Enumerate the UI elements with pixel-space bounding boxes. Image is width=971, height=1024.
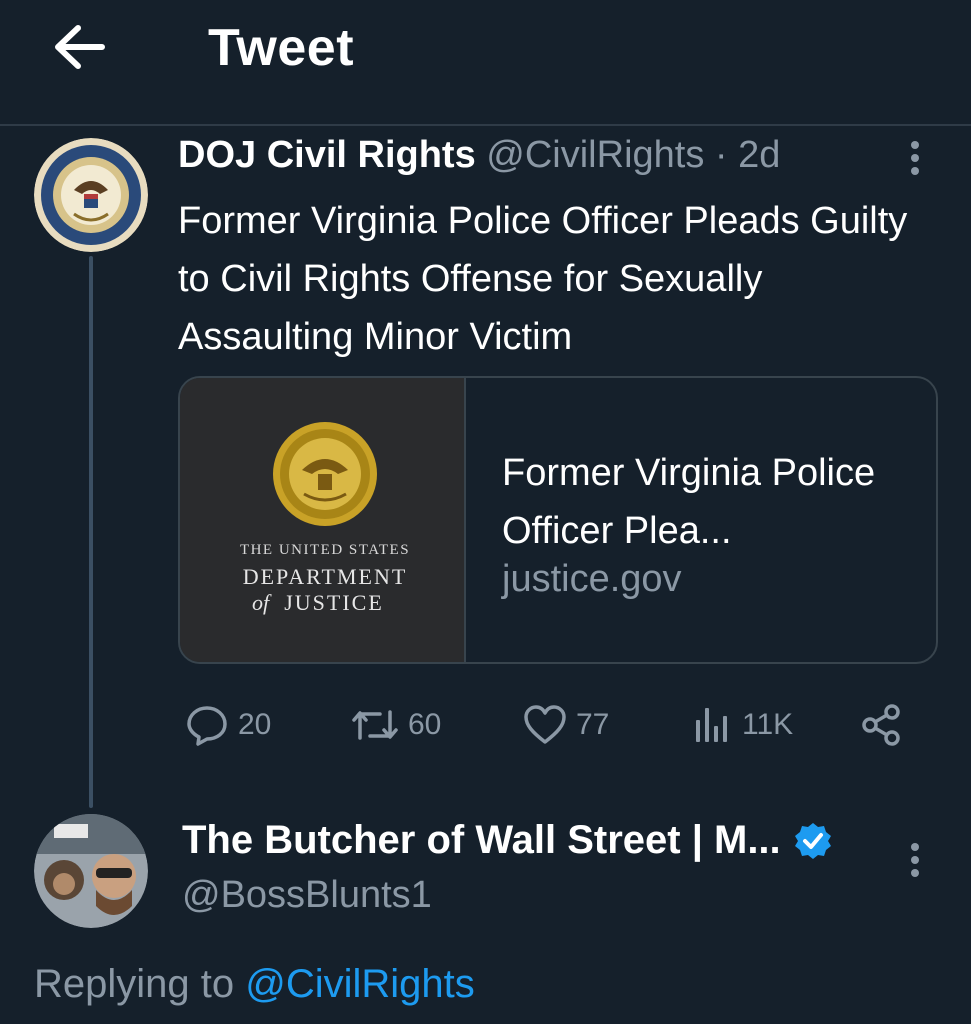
retweet-count: 60 [408,708,442,741]
reply-avatar[interactable] [34,814,148,928]
card-image: THE UNITED STATES DEPARTMENT of JUSTICE [180,378,466,662]
tweet-actions: 20 60 77 11K [0,690,971,760]
views-icon [696,708,727,742]
doj-seal-icon [273,422,377,526]
tweet-header: DOJ Civil Rights @CivilRights · 2d [178,134,780,177]
top-bar: Tweet [0,0,971,124]
card-logo-line1: THE UNITED STATES [240,542,410,558]
heart-icon [524,705,566,744]
retweet-button[interactable]: 60 [350,690,441,760]
share-button[interactable] [858,690,904,760]
reply-icon [187,706,227,746]
replying-to-link[interactable]: @CivilRights [245,962,475,1006]
more-options-icon[interactable] [900,138,930,178]
reply-more-options-icon[interactable] [900,840,930,880]
doj-avatar[interactable] [34,138,148,252]
retweet-icon [352,710,398,740]
like-button[interactable]: 77 [522,690,609,760]
card-logo-line3-prefix: of [252,590,272,615]
share-icon [862,704,900,746]
separator-dot: · [714,134,728,176]
author-name[interactable]: DOJ Civil Rights [178,134,476,176]
tweet-time[interactable]: 2d [738,134,780,176]
views-count: 11K [742,708,794,741]
link-card[interactable]: THE UNITED STATES DEPARTMENT of JUSTICE … [178,376,938,664]
reply-count: 20 [238,708,272,741]
card-title: Former Virginia Police Officer Plea... [502,452,876,552]
reply-button[interactable]: 20 [184,690,271,760]
like-count: 77 [576,708,610,741]
author-handle[interactable]: @CivilRights [486,134,704,176]
views-button[interactable]: 11K [690,690,793,760]
page-title: Tweet [208,19,355,77]
card-logo-line2: DEPARTMENT [243,564,408,589]
tweet-text: Former Virginia Police Officer Pleads Gu… [178,200,908,358]
card-logo-line3: JUSTICE [284,590,384,615]
header-divider [0,124,971,126]
replying-prefix: Replying to [34,962,235,1006]
reply-handle[interactable]: @BossBlunts1 [182,874,432,917]
verified-badge-icon [794,822,831,859]
replying-to: Replying to @CivilRights [34,962,475,1007]
back-arrow-icon[interactable] [52,22,108,72]
card-domain: justice.gov [502,558,682,600]
reply-author[interactable]: The Butcher of Wall Street | M... [182,818,833,863]
reply-author-name: The Butcher of Wall Street | M... [182,818,781,862]
